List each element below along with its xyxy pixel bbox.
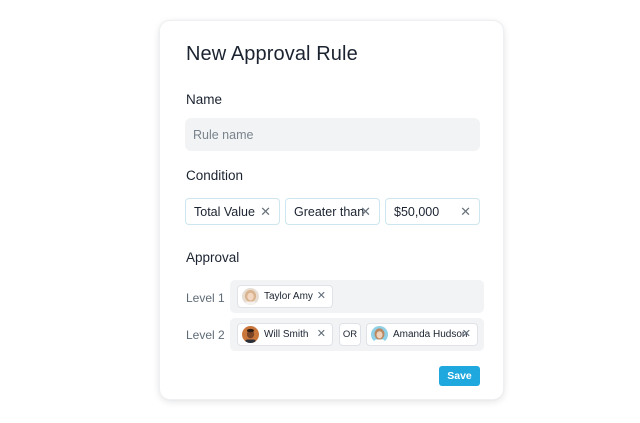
approver-chip[interactable]: Will Smith ✕ [237,323,333,346]
level-2-label: Level 2 [186,328,225,342]
condition-chip-value[interactable]: $50,000 ✕ [385,198,480,225]
close-icon[interactable]: ✕ [360,204,371,220]
close-icon[interactable]: ✕ [462,327,471,340]
approver-name: Taylor Amy [264,291,313,302]
name-section-label: Name [186,92,223,107]
condition-chip-operator[interactable]: Greater than ✕ [285,198,380,225]
approval-section-label: Approval [186,250,240,265]
level-1-label: Level 1 [186,291,225,305]
dialog-title: New Approval Rule [186,43,358,65]
approver-chip[interactable]: Taylor Amy ✕ [237,285,333,308]
level-2-approvers[interactable]: Will Smith ✕ OR Amanda Hudson ✕ [230,318,484,351]
close-icon[interactable]: ✕ [460,204,471,220]
close-icon[interactable]: ✕ [317,327,326,340]
avatar-photo-icon [371,326,388,343]
approver-name: Will Smith [264,329,309,340]
level-1-approvers[interactable]: Taylor Amy ✕ [230,280,484,313]
condition-chip-field[interactable]: Total Value ✕ [185,198,280,225]
close-icon[interactable]: ✕ [260,204,271,220]
avatar-photo-icon [242,288,259,305]
save-button[interactable]: Save [439,366,480,386]
or-connector: OR [339,323,361,346]
condition-chip-label: $50,000 [394,204,440,219]
condition-chip-label: Total Value [194,204,255,219]
avatar-photo-icon [242,326,259,343]
approver-chip[interactable]: Amanda Hudson ✕ [366,323,478,346]
approver-name: Amanda Hudson [393,329,468,340]
approval-rule-dialog: New Approval Rule Name Condition Total V… [160,21,503,399]
rule-name-input[interactable] [185,118,480,151]
condition-chip-label: Greater than [294,204,365,219]
condition-section-label: Condition [186,168,244,183]
close-icon[interactable]: ✕ [317,289,326,302]
